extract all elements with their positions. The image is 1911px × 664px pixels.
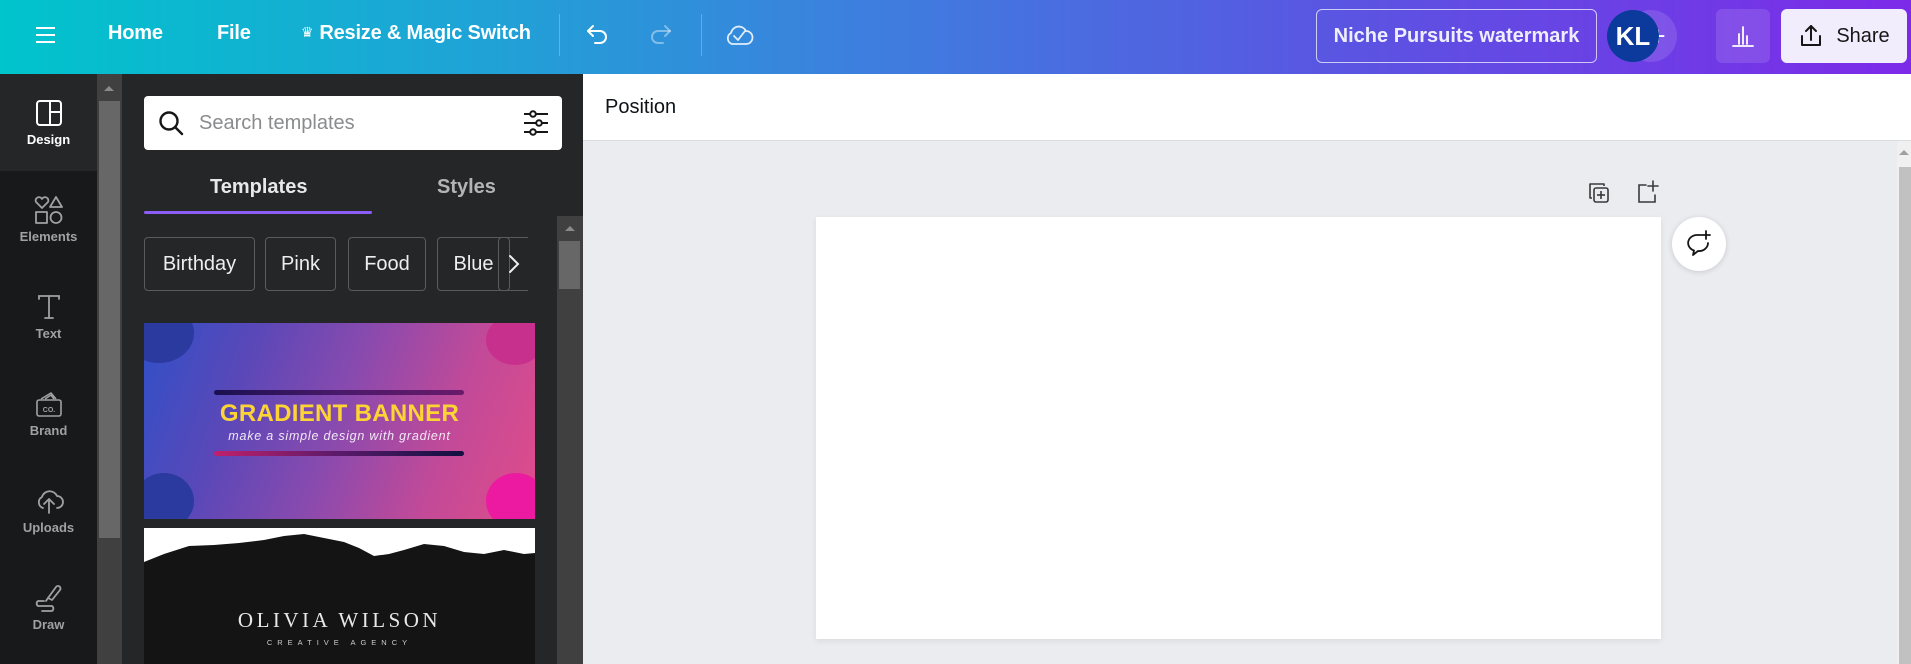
panel-scrollbar[interactable] <box>557 216 583 664</box>
add-page-icon[interactable] <box>1636 179 1660 210</box>
design-page[interactable] <box>816 217 1661 639</box>
svg-text:CO.: CO. <box>42 407 55 414</box>
document-title[interactable]: Niche Pursuits watermark <box>1316 9 1597 63</box>
insights-button[interactable] <box>1716 9 1770 63</box>
chevron-right-icon <box>508 255 519 273</box>
template-card-olivia-wilson[interactable]: OLIVIA WILSON CREATIVE AGENCY <box>144 528 535 664</box>
category-chips: Birthday Pink Food Blue <box>144 237 536 291</box>
decorative-blob <box>486 473 535 519</box>
chip-food[interactable]: Food <box>348 237 426 291</box>
divider <box>701 14 702 56</box>
search-input[interactable] <box>199 111 509 135</box>
rail-scrollbar[interactable] <box>97 74 122 664</box>
chips-next-button[interactable] <box>498 237 528 291</box>
decorative-line <box>214 390 464 395</box>
cloud-upload-icon <box>37 489 64 514</box>
chip-birthday[interactable]: Birthday <box>144 237 255 291</box>
context-toolbar: Position <box>583 74 1911 141</box>
avatar[interactable]: KL <box>1607 10 1659 62</box>
canvas-scrollbar[interactable] <box>1897 141 1911 664</box>
decorative-blob <box>486 323 535 365</box>
template-subtitle: CREATIVE AGENCY <box>266 638 413 647</box>
template-card-gradient-banner[interactable]: GRADIENT BANNER make a simple design wit… <box>144 323 535 519</box>
decorative-blob <box>144 323 194 363</box>
add-comment-icon <box>1687 230 1711 256</box>
rail-label: Elements <box>19 228 78 244</box>
duplicate-page-icon[interactable] <box>1587 181 1611 210</box>
brand-kit-icon: CO. <box>35 391 62 417</box>
undo-icon[interactable] <box>583 20 613 50</box>
hamburger-menu-icon[interactable] <box>36 22 60 50</box>
search-icon <box>159 111 184 136</box>
divider <box>559 14 560 56</box>
text-icon <box>37 294 60 319</box>
position-button[interactable]: Position <box>605 96 676 119</box>
scrollbar-thumb[interactable] <box>559 241 580 289</box>
rail-label: Text <box>35 325 62 341</box>
crown-icon: ♛ <box>301 24 314 40</box>
resize-label: Resize & Magic Switch <box>319 22 531 44</box>
templates-panel: Templates Styles Birthday Pink Food Blue… <box>122 74 583 664</box>
home-link[interactable]: Home <box>108 22 163 45</box>
rail-label: Draw <box>32 616 65 632</box>
rail-item-brand[interactable]: CO. Brand <box>0 365 97 462</box>
tab-styles[interactable]: Styles <box>437 176 496 199</box>
chip-pink[interactable]: Pink <box>265 237 336 291</box>
decorative-blob <box>144 473 194 519</box>
scroll-up-arrow-icon[interactable] <box>565 226 575 231</box>
rail-item-elements[interactable]: Elements <box>0 171 97 268</box>
bar-chart-icon <box>1732 26 1754 47</box>
scroll-up-arrow-icon[interactable] <box>104 86 114 91</box>
resize-magic-switch-button[interactable]: ♛ Resize & Magic Switch <box>301 22 531 45</box>
design-layout-icon <box>35 99 62 126</box>
rail-item-uploads[interactable]: Uploads <box>0 462 97 559</box>
redo-icon[interactable] <box>645 20 675 50</box>
scrollbar-thumb[interactable] <box>99 101 120 538</box>
file-menu[interactable]: File <box>217 22 251 45</box>
filter-sliders-icon[interactable] <box>522 110 550 136</box>
template-title: OLIVIA WILSON <box>237 608 442 632</box>
add-comment-button[interactable] <box>1672 217 1726 271</box>
shapes-icon <box>34 195 63 224</box>
rail-item-draw[interactable]: Draw <box>0 559 97 656</box>
search-bar <box>144 96 562 150</box>
rail-label: Uploads <box>22 519 75 535</box>
rail-label: Design <box>26 131 71 147</box>
upload-share-icon <box>1801 25 1822 46</box>
decorative-line <box>214 451 464 456</box>
share-button[interactable]: Share <box>1781 9 1907 63</box>
active-tab-indicator <box>144 211 372 214</box>
template-title: GRADIENT BANNER <box>219 400 460 427</box>
tab-templates[interactable]: Templates <box>210 176 307 199</box>
rail-label: Brand <box>29 422 68 438</box>
template-subtitle: make a simple design with gradient <box>228 429 451 443</box>
rail-item-text[interactable]: Text <box>0 268 97 365</box>
draw-pen-icon <box>35 584 61 612</box>
top-bar: Home File ♛ Resize & Magic Switch Niche P… <box>0 0 1911 74</box>
left-rail: Design Elements Text CO. Brand Uploads D… <box>0 74 97 664</box>
share-label: Share <box>1836 24 1890 47</box>
scrollbar-thumb[interactable] <box>1899 167 1911 664</box>
cloud-check-icon[interactable] <box>724 20 754 50</box>
rail-item-design[interactable]: Design <box>0 74 97 171</box>
scroll-up-arrow-icon[interactable] <box>1899 150 1909 155</box>
